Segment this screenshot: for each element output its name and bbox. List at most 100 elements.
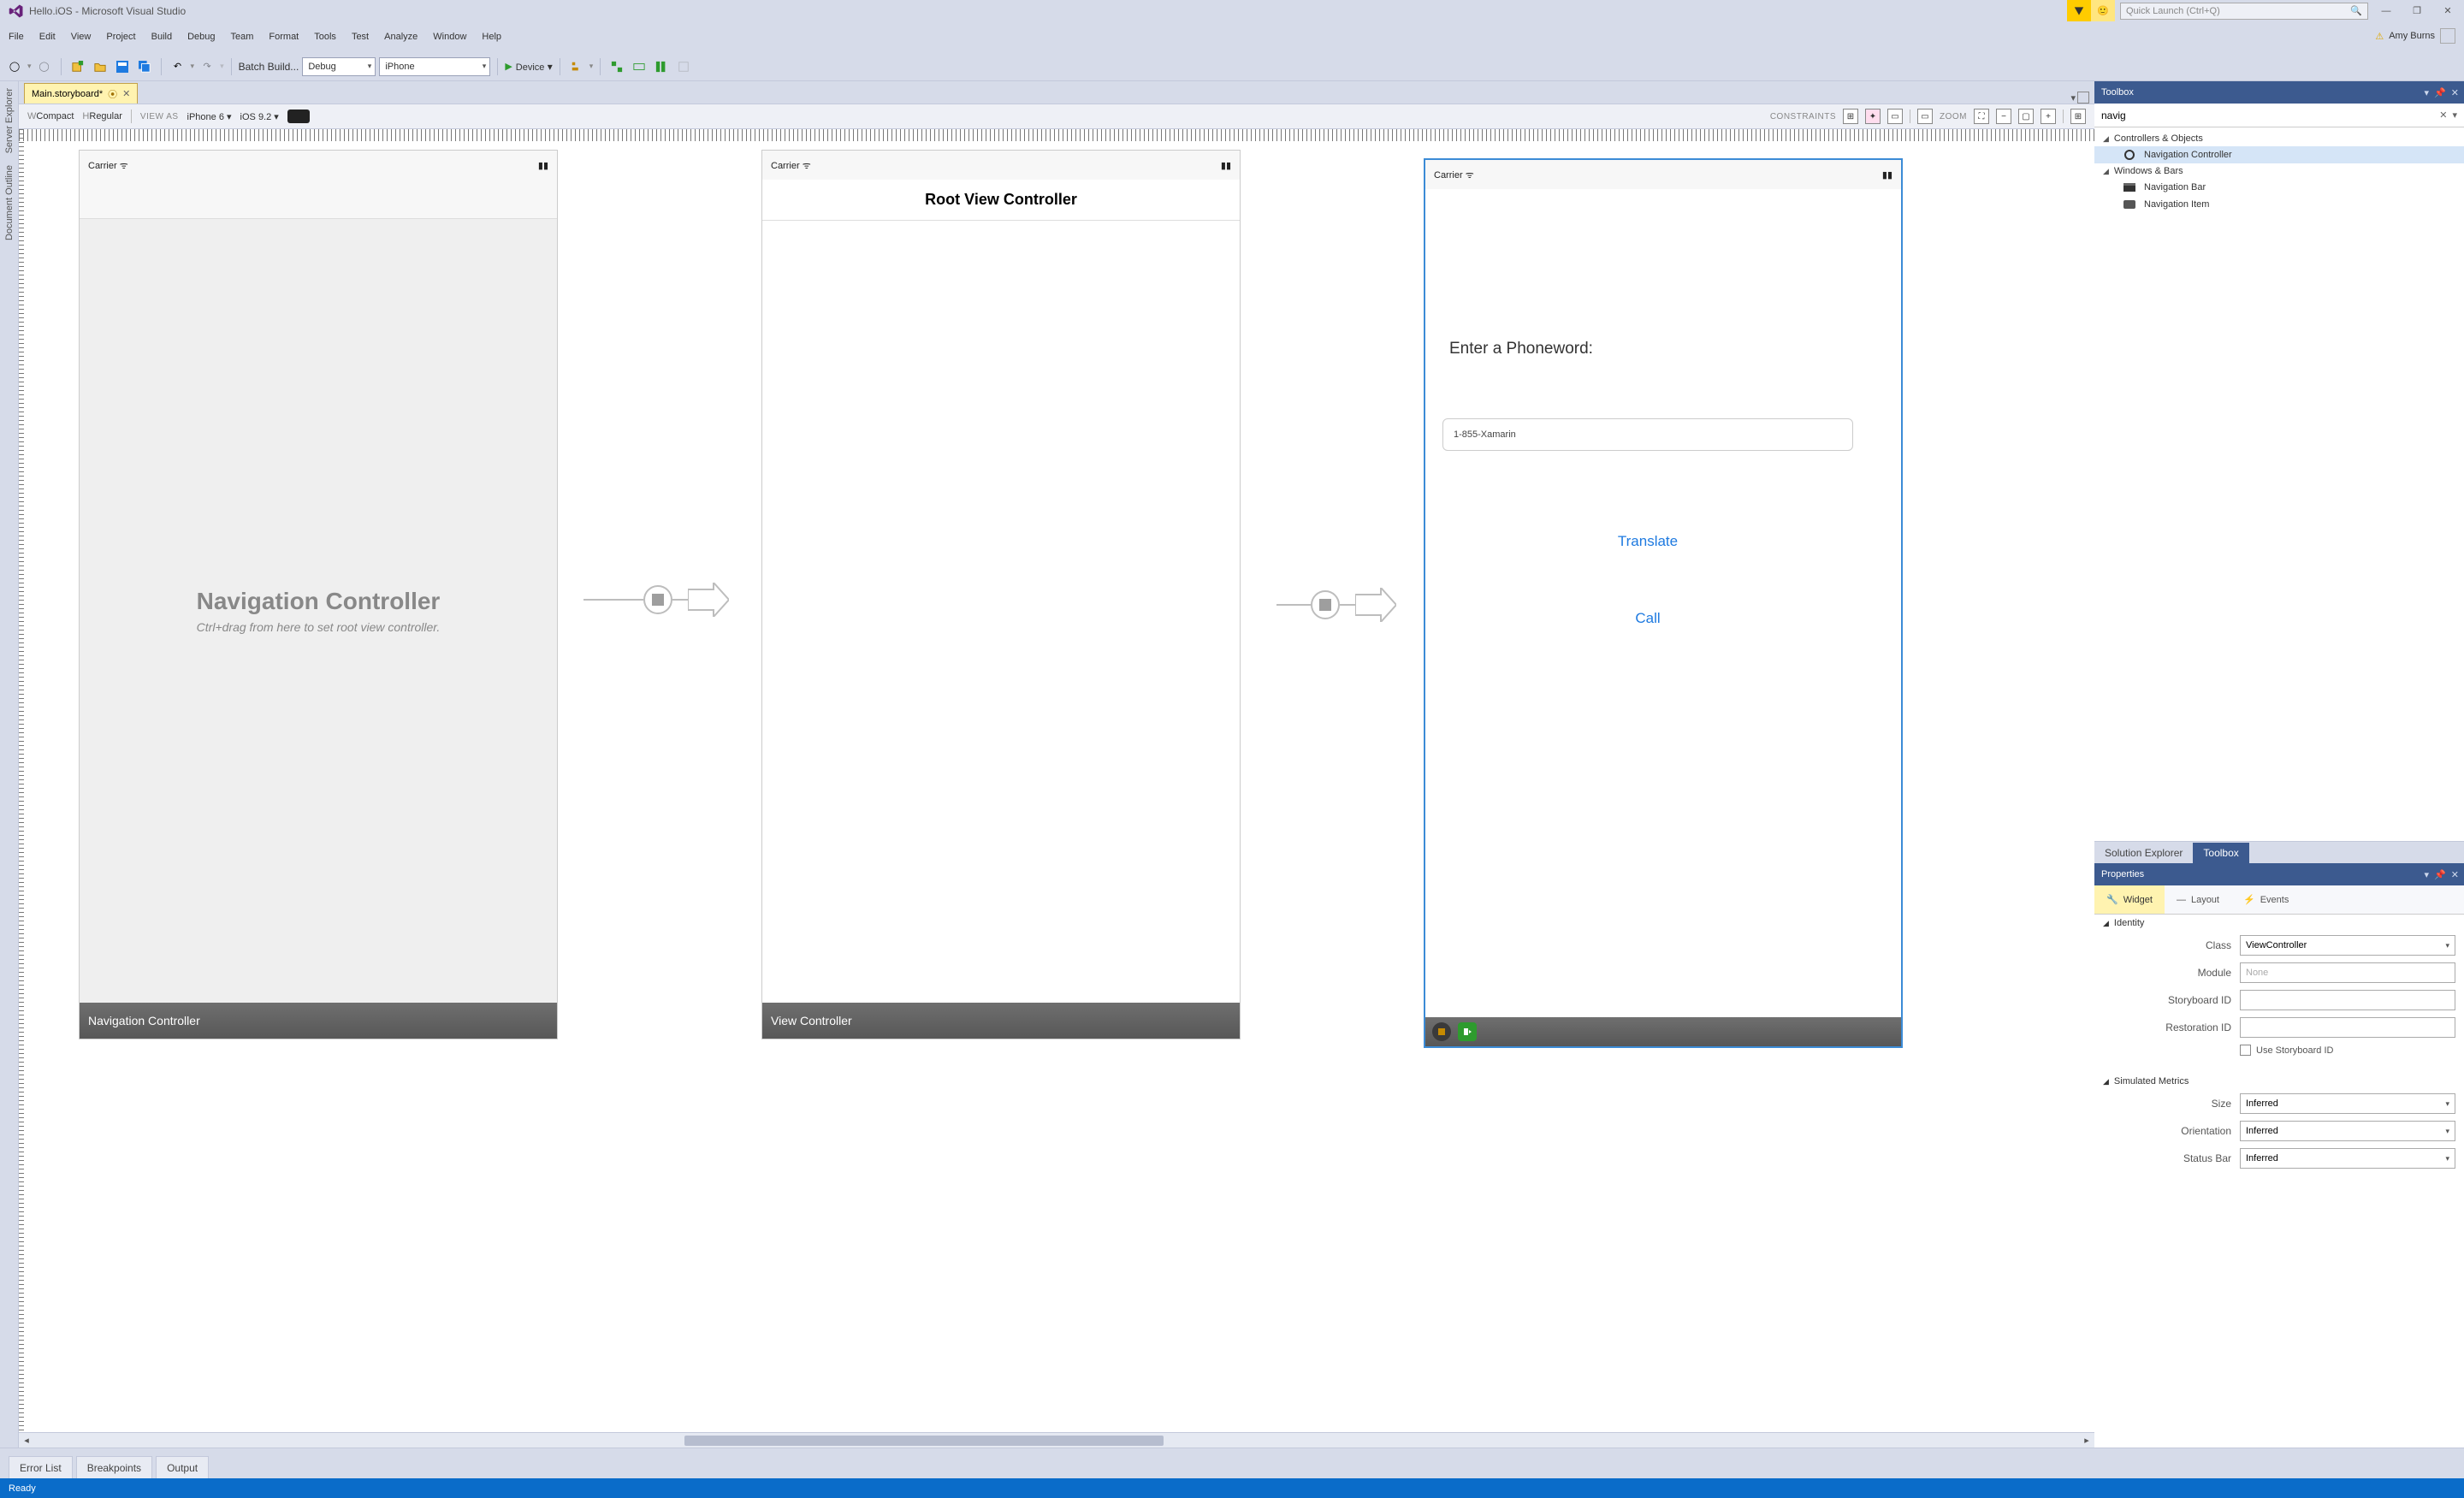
scene-navigation-controller[interactable]: Carrier ᯤ ▮▮ Navigation Controller Ctrl+…: [79, 150, 558, 1039]
menu-file[interactable]: File: [9, 32, 24, 42]
feedback-button[interactable]: 🙂: [2091, 0, 2115, 21]
align-left-button[interactable]: [567, 57, 586, 76]
constraints-btn-2[interactable]: ✦: [1865, 109, 1881, 124]
size-dropdown[interactable]: Inferred: [2240, 1093, 2455, 1114]
tab-layout[interactable]: —Layout: [2165, 885, 2231, 914]
scene-phoneword-view-controller[interactable]: Carrier ᯤ ▮▮ Enter a Phoneword: 1-855-Xa…: [1424, 158, 1903, 1048]
minimize-button[interactable]: —: [2373, 3, 2399, 20]
search-dropdown-icon[interactable]: ▾: [2452, 110, 2457, 121]
toolbox-item-navigation-controller[interactable]: Navigation Controller: [2094, 146, 2464, 163]
constraints-btn-4[interactable]: ▭: [1917, 109, 1933, 124]
class-dropdown[interactable]: ViewController: [2240, 935, 2455, 956]
config-dropdown[interactable]: Debug: [302, 57, 376, 76]
layout-btn-4[interactable]: [674, 57, 693, 76]
statusbar-dropdown[interactable]: Inferred: [2240, 1148, 2455, 1169]
layout-btn-1[interactable]: [607, 57, 626, 76]
maximize-button[interactable]: ❐: [2404, 3, 2430, 20]
zoom-fit-button[interactable]: ⛶: [1974, 109, 1989, 124]
batch-build-button[interactable]: Batch Build...: [239, 61, 299, 73]
layout-btn-3[interactable]: [652, 57, 671, 76]
platform-dropdown[interactable]: iPhone: [379, 57, 490, 76]
tab-close-icon[interactable]: ✕: [122, 88, 130, 99]
section-simulated-metrics[interactable]: ◢Simulated Metrics: [2094, 1073, 2464, 1090]
tab-widget[interactable]: 🔧Widget: [2094, 885, 2165, 914]
orientation-icon[interactable]: [287, 110, 310, 123]
toolbox-search-input[interactable]: [2101, 110, 2421, 121]
exit-icon[interactable]: [1458, 1022, 1477, 1041]
scene-root-view-controller[interactable]: Carrier ᯤ ▮▮ Root View Controller View C…: [761, 150, 1241, 1039]
open-button[interactable]: [91, 57, 110, 76]
tabs-overflow-icon[interactable]: ▾: [2070, 92, 2076, 104]
toolbox-item-navigation-bar[interactable]: Navigation Bar: [2094, 179, 2464, 196]
rail-document-outline[interactable]: Document Outline: [4, 165, 15, 240]
save-all-button[interactable]: [135, 57, 154, 76]
nav-back-button[interactable]: ◯: [5, 57, 24, 76]
menu-help[interactable]: Help: [482, 32, 501, 42]
storyboard-id-input[interactable]: [2240, 990, 2455, 1010]
scroll-right-icon[interactable]: ▸: [2079, 1435, 2094, 1446]
device-picker[interactable]: iPhone 6 ▾: [187, 111, 232, 122]
tab-solution-explorer[interactable]: Solution Explorer: [2094, 843, 2193, 863]
nav-fwd-button[interactable]: ◯: [35, 57, 54, 76]
menu-edit[interactable]: Edit: [39, 32, 56, 42]
menu-format[interactable]: Format: [269, 32, 299, 42]
menu-team[interactable]: Team: [231, 32, 254, 42]
zoom-out-button[interactable]: −: [1996, 109, 2011, 124]
rail-server-explorer[interactable]: Server Explorer: [4, 88, 15, 153]
quick-launch-input[interactable]: Quick Launch (Ctrl+Q) 🔍: [2120, 3, 2368, 20]
notifications-button[interactable]: [2067, 0, 2091, 21]
tab-breakpoints[interactable]: Breakpoints: [76, 1456, 152, 1478]
panel-close-icon[interactable]: ✕: [2451, 87, 2459, 98]
menu-analyze[interactable]: Analyze: [384, 32, 418, 42]
undo-button[interactable]: ↶: [169, 57, 187, 76]
segue-root[interactable]: [583, 583, 729, 617]
user-badge[interactable]: ⚠ Amy Burns: [2375, 28, 2455, 44]
pin-icon[interactable]: 📌: [2434, 869, 2446, 880]
constraints-btn-1[interactable]: ⊞: [1843, 109, 1858, 124]
panel-menu-icon[interactable]: ▾: [2425, 87, 2430, 98]
panel-close-icon[interactable]: ✕: [2451, 869, 2459, 880]
window-split-icon[interactable]: [2077, 92, 2089, 104]
new-project-button[interactable]: [68, 57, 87, 76]
menu-view[interactable]: View: [71, 32, 92, 42]
clear-search-icon[interactable]: ✕: [2439, 110, 2447, 121]
ios-picker[interactable]: iOS 9.2 ▾: [240, 111, 279, 122]
tab-events[interactable]: ⚡Events: [2231, 885, 2301, 914]
phoneword-input[interactable]: 1-855-Xamarin: [1442, 418, 1853, 451]
zoom-100-button[interactable]: ▢: [2018, 109, 2034, 124]
restoration-id-input[interactable]: [2240, 1017, 2455, 1038]
pin-icon[interactable]: 📌: [2434, 87, 2446, 98]
document-tab[interactable]: Main.storyboard* ⦿ ✕: [24, 83, 138, 104]
menu-tools[interactable]: Tools: [314, 32, 336, 42]
tab-error-list[interactable]: Error List: [9, 1456, 73, 1478]
toolbox-group[interactable]: ◢Controllers & Objects: [2094, 131, 2464, 146]
play-icon[interactable]: ▶: [505, 61, 512, 72]
toolbox-group[interactable]: ◢Windows & Bars: [2094, 163, 2464, 179]
scroll-thumb[interactable]: [684, 1436, 1164, 1446]
menu-project[interactable]: Project: [106, 32, 135, 42]
call-button[interactable]: Call: [1442, 601, 1853, 636]
constraints-btn-3[interactable]: ▭: [1887, 109, 1903, 124]
horizontal-scrollbar[interactable]: ◂ ▸: [19, 1432, 2094, 1448]
device-dropdown[interactable]: Device ▾: [516, 61, 553, 73]
tab-toolbox[interactable]: Toolbox: [2193, 843, 2248, 863]
menu-debug[interactable]: Debug: [187, 32, 215, 42]
redo-button[interactable]: ↷: [198, 57, 216, 76]
tab-output[interactable]: Output: [156, 1456, 209, 1478]
menu-test[interactable]: Test: [352, 32, 369, 42]
grid-toggle-button[interactable]: ⊞: [2070, 109, 2086, 124]
design-canvas[interactable]: Carrier ᯤ ▮▮ Navigation Controller Ctrl+…: [19, 129, 2094, 1432]
panel-menu-icon[interactable]: ▾: [2425, 869, 2430, 880]
scroll-left-icon[interactable]: ◂: [19, 1435, 34, 1446]
zoom-in-button[interactable]: +: [2040, 109, 2056, 124]
close-button[interactable]: ✕: [2435, 3, 2461, 20]
section-identity[interactable]: ◢Identity: [2094, 915, 2464, 932]
orientation-dropdown[interactable]: Inferred: [2240, 1121, 2455, 1141]
pin-icon[interactable]: ⦿: [108, 87, 117, 101]
first-responder-icon[interactable]: [1432, 1022, 1451, 1041]
toolbox-item-navigation-item[interactable]: Navigation Item: [2094, 196, 2464, 213]
module-input[interactable]: None: [2240, 962, 2455, 983]
use-storyboard-id-checkbox[interactable]: Use Storyboard ID: [2094, 1041, 2464, 1059]
translate-button[interactable]: Translate: [1442, 524, 1853, 559]
menu-build[interactable]: Build: [151, 32, 172, 42]
